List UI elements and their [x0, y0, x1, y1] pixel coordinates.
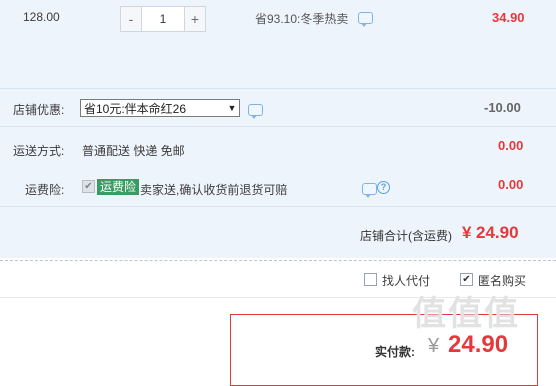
- store-total-currency: ¥: [462, 223, 472, 242]
- order-panel: [0, 0, 556, 258]
- promo-text: 省93.10:冬季热卖: [255, 12, 349, 26]
- insurance-tag: 运费险: [97, 179, 140, 195]
- message-bubble-icon[interactable]: [362, 183, 377, 198]
- store-total-amount: 24.90: [476, 223, 519, 242]
- shop-discount-amount: -10.00: [484, 100, 521, 115]
- insurance-checkbox: ✔: [82, 180, 95, 193]
- shop-discount-select[interactable]: 省10元:伴本命红26 ▼: [80, 99, 240, 117]
- shipping-label: 运送方式:: [13, 144, 65, 158]
- decrement-button[interactable]: -: [121, 7, 141, 31]
- shipping-amount: 0.00: [498, 138, 524, 153]
- pay-for-me-checkbox[interactable]: [364, 273, 377, 286]
- question-circle-icon[interactable]: ?: [377, 181, 390, 194]
- payment-label: 实付款:: [375, 345, 415, 359]
- unit-price: 128.00: [23, 10, 60, 24]
- message-bubble-icon[interactable]: [358, 12, 373, 27]
- shop-discount-selected: 省10元:伴本命红26: [84, 101, 187, 116]
- divider: [0, 206, 556, 207]
- payment-amount: 24.90: [448, 331, 509, 358]
- item-subtotal: 34.90: [492, 10, 525, 25]
- dashed-divider: [0, 260, 556, 261]
- insurance-amount: 0.00: [498, 177, 524, 192]
- increment-button[interactable]: +: [185, 7, 205, 31]
- insurance-label: 运费险:: [25, 183, 65, 197]
- divider: [0, 88, 556, 89]
- anonymous-checkbox[interactable]: ✔: [460, 273, 473, 286]
- insurance-description: 卖家送,确认收货前退货可赔: [140, 183, 288, 197]
- quantity-stepper[interactable]: - 1 +: [120, 6, 206, 32]
- watermark: 值值值: [412, 295, 520, 333]
- quantity-input[interactable]: 1: [141, 7, 185, 31]
- dropdown-arrow-icon[interactable]: ▼: [225, 103, 239, 113]
- message-bubble-icon[interactable]: [248, 104, 263, 119]
- payment-currency: ¥: [428, 335, 440, 357]
- shop-discount-label: 店铺优惠:: [13, 103, 65, 117]
- store-total-label: 店铺合计(含运费): [360, 229, 452, 243]
- shipping-method: 普通配送 快递 免邮: [82, 144, 185, 158]
- divider: [0, 126, 556, 127]
